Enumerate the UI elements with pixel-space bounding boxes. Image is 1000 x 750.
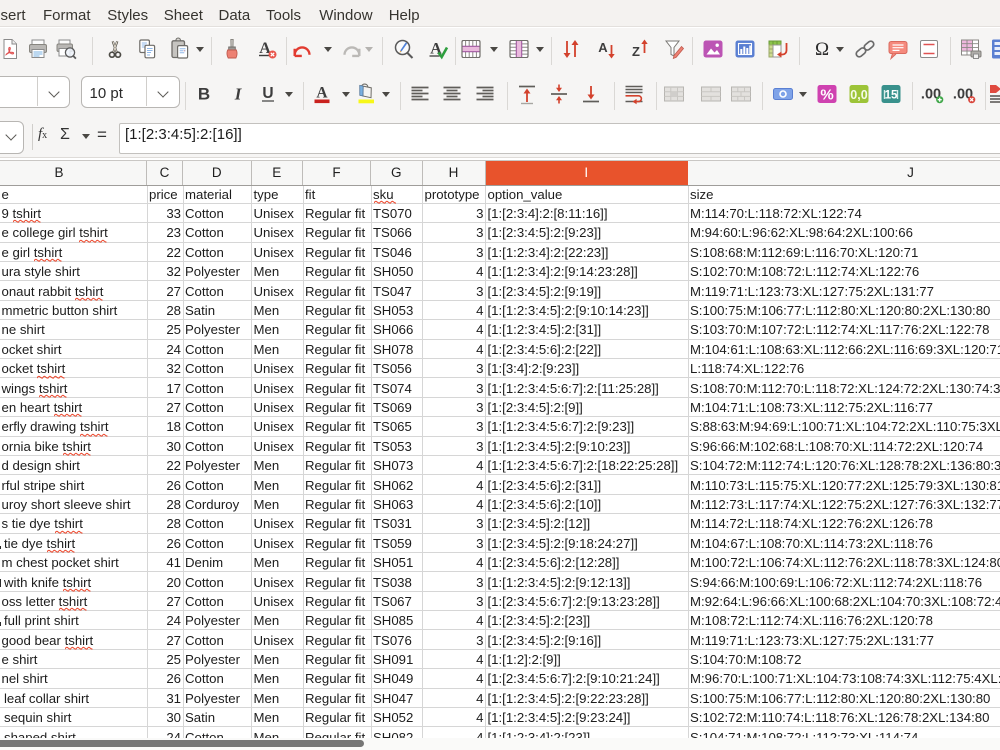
svg-text:Z: Z [632, 44, 640, 59]
svg-text:I: I [234, 85, 243, 104]
svg-text:Ω: Ω [814, 39, 828, 60]
svg-text:B: B [198, 85, 210, 104]
svg-text:U: U [262, 85, 273, 102]
svg-text:A: A [316, 85, 328, 102]
svg-text:0,0: 0,0 [850, 88, 867, 102]
svg-text:A: A [598, 40, 608, 55]
svg-text:%: % [820, 87, 833, 104]
svg-text:15: 15 [885, 90, 898, 102]
